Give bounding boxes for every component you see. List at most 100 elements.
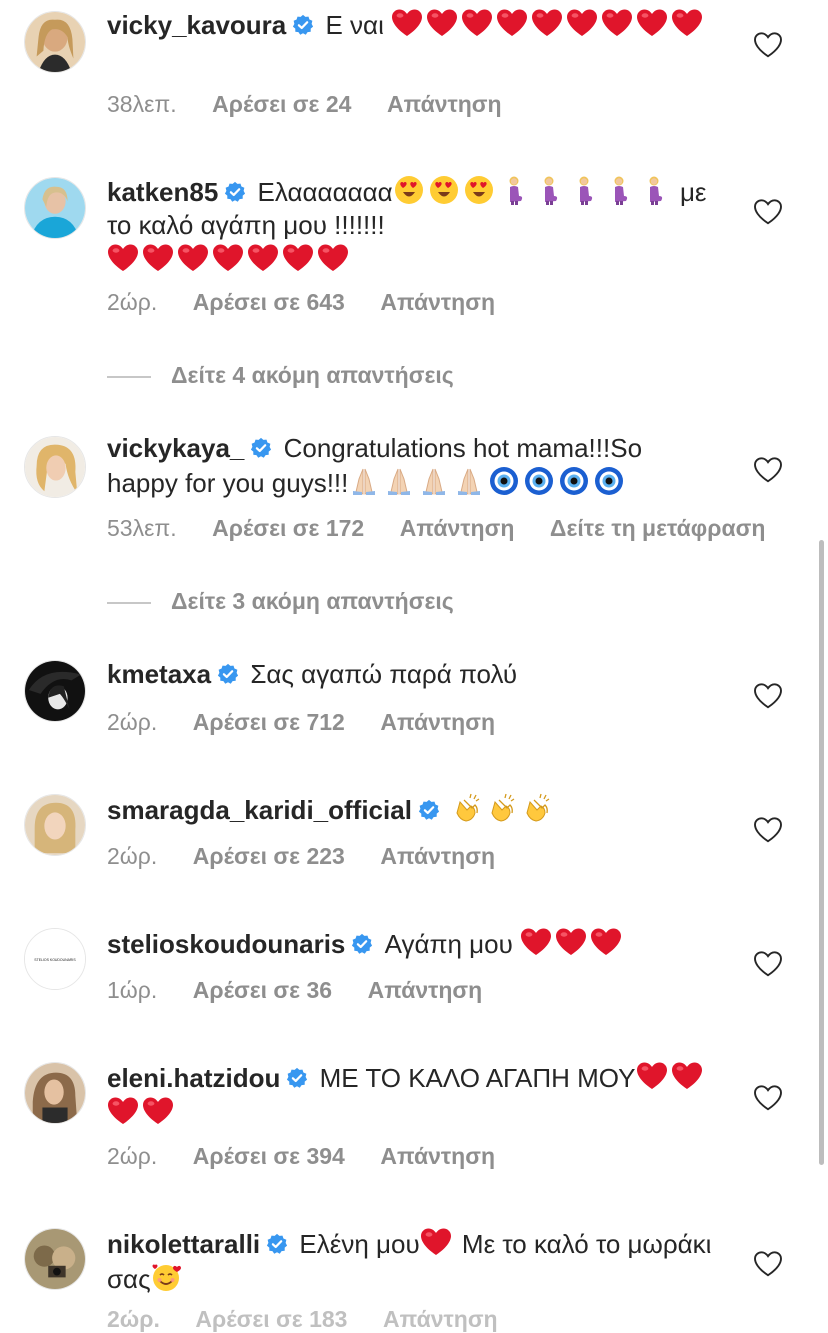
- comment-meta: 2ώρ. Αρέσει σε 223 Απάντηση: [107, 843, 525, 870]
- verified-badge-icon: [250, 437, 272, 459]
- avatar[interactable]: [24, 177, 86, 239]
- comment-username[interactable]: vickykaya_: [107, 433, 244, 463]
- emoji-trail: [393, 174, 673, 207]
- comment-likes[interactable]: Αρέσει σε 643: [193, 289, 345, 315]
- heart-emoji-icon: [636, 7, 668, 39]
- like-heart-icon[interactable]: [754, 1251, 782, 1277]
- reply-button[interactable]: Απάντηση: [380, 709, 495, 735]
- comment-time: 2ώρ.: [107, 709, 158, 735]
- verified-badge-icon: [292, 14, 314, 36]
- heart-emoji-icon: [555, 926, 587, 958]
- reply-button[interactable]: Απάντηση: [368, 977, 483, 1003]
- avatar-logo-text: STELIOS KOUDOUNARIS: [34, 958, 76, 962]
- comment-time: 2ώρ.: [107, 1306, 160, 1332]
- like-heart-icon[interactable]: [754, 199, 782, 225]
- pregnant-emoji-icon: [568, 174, 600, 206]
- reply-button[interactable]: Απάντηση: [380, 843, 495, 869]
- avatar[interactable]: [24, 11, 86, 73]
- likes-prefix: Αρέσει σε: [192, 1143, 301, 1169]
- comment-likes[interactable]: Αρέσει σε 172: [212, 515, 364, 541]
- comment-body: Αγάπη μου: [384, 929, 513, 959]
- emoji-trail: [151, 1264, 186, 1294]
- comment-likes[interactable]: Αρέσει σε 183: [195, 1306, 347, 1332]
- comment-text: katken85 Ελααααααα με το καλό αγάπη μου …: [107, 174, 717, 277]
- heart-eyes-emoji-icon: [428, 174, 460, 206]
- like-heart-icon[interactable]: [754, 32, 782, 58]
- comment-username[interactable]: nikolettaralli: [107, 1229, 260, 1259]
- reply-button[interactable]: Απάντηση: [383, 1306, 498, 1332]
- comment-username[interactable]: smaragda_karidi_official: [107, 795, 412, 825]
- comment-text: vicky_kavoura Ε ναι: [107, 7, 717, 42]
- comment-username[interactable]: vicky_kavoura: [107, 10, 286, 40]
- like-heart-icon[interactable]: [754, 951, 782, 977]
- clap-emoji-icon: [451, 792, 483, 824]
- reply-button[interactable]: Απάντηση: [400, 515, 515, 541]
- like-heart-icon[interactable]: [754, 683, 782, 709]
- pray-emoji-icon: [348, 465, 380, 497]
- comment-time: 1ώρ.: [107, 977, 158, 1003]
- verified-badge-icon: [266, 1233, 288, 1255]
- likes-count: 172: [325, 515, 365, 541]
- heart-emoji-icon: [426, 7, 458, 39]
- comment-meta: 1ώρ. Αρέσει σε 36 Απάντηση: [107, 977, 512, 1004]
- emoji-trail: [107, 242, 352, 275]
- comment-username[interactable]: katken85: [107, 177, 218, 207]
- comment-body: Ελένη μου: [299, 1229, 420, 1259]
- like-heart-icon[interactable]: [754, 457, 782, 483]
- heart-emoji-icon: [107, 1095, 139, 1127]
- like-heart-icon[interactable]: [754, 817, 782, 843]
- heart-emoji-icon: [496, 7, 528, 39]
- avatar[interactable]: STELIOS KOUDOUNARIS: [24, 928, 86, 990]
- comment-username[interactable]: eleni.hatzidou: [107, 1063, 280, 1093]
- verified-badge-icon: [418, 799, 440, 821]
- likes-count: 643: [306, 289, 345, 315]
- comment-likes[interactable]: Αρέσει σε 394: [193, 1143, 345, 1169]
- divider: [107, 601, 151, 604]
- comment-username[interactable]: kmetaxa: [107, 659, 211, 689]
- likes-count: 394: [306, 1143, 345, 1169]
- pregnant-emoji-icon: [498, 174, 530, 206]
- view-more-replies[interactable]: Δείτε 4 ακόμη απαντήσεις: [107, 362, 454, 389]
- avatar[interactable]: [24, 660, 86, 722]
- heart-emoji-icon: [177, 242, 209, 274]
- reply-button[interactable]: Απάντηση: [380, 1143, 495, 1169]
- clap-emoji-icon: [521, 792, 553, 824]
- heart-emoji-icon: [520, 926, 552, 958]
- comment-likes[interactable]: Αρέσει σε 223: [193, 843, 345, 869]
- avatar[interactable]: [24, 1228, 86, 1290]
- like-heart-icon[interactable]: [754, 1085, 782, 1111]
- likes-count: 36: [306, 977, 333, 1003]
- comment-likes[interactable]: Αρέσει σε 24: [212, 91, 351, 117]
- heart-emoji-icon: [636, 1060, 668, 1092]
- heart-emoji-icon: [212, 242, 244, 274]
- heart-emoji-icon: [590, 926, 622, 958]
- comment-likes[interactable]: Αρέσει σε 36: [193, 977, 332, 1003]
- comment-time: 53λεπ.: [107, 515, 177, 541]
- see-translation-button[interactable]: Δείτε τη μετάφραση: [550, 515, 765, 541]
- view-more-replies[interactable]: Δείτε 3 ακόμη απαντήσεις: [107, 588, 454, 615]
- comment-username[interactable]: stelioskoudounaris: [107, 929, 345, 959]
- scrollbar[interactable]: [819, 540, 824, 1165]
- heart-emoji-icon: [317, 242, 349, 274]
- avatar[interactable]: [24, 794, 86, 856]
- view-more-replies-label: Δείτε 3 ακόμη απαντήσεις: [171, 588, 454, 614]
- heart-emoji-icon: [282, 242, 314, 274]
- comment-text: kmetaxa Σας αγαπώ παρά πολύ: [107, 658, 717, 691]
- likes-prefix: Αρέσει σε: [212, 515, 320, 541]
- heart-emoji-icon: [531, 7, 563, 39]
- likes-prefix: Αρέσει σε: [195, 1306, 303, 1332]
- avatar[interactable]: [24, 436, 86, 498]
- evil-eye-emoji-icon: [558, 465, 590, 497]
- heart-emoji-icon: [601, 7, 633, 39]
- reply-button[interactable]: Απάντηση: [387, 91, 502, 117]
- comment-likes[interactable]: Αρέσει σε 712: [193, 709, 345, 735]
- avatar[interactable]: [24, 1062, 86, 1124]
- comment-meta: 53λεπ. Αρέσει σε 172 Απάντηση Δείτε τη μ…: [107, 515, 795, 542]
- comment-meta: 38λεπ. Αρέσει σε 24 Απάντηση: [107, 91, 532, 118]
- comment-body: Σας αγαπώ παρά πολύ: [250, 659, 518, 689]
- heart-eyes-emoji-icon: [393, 174, 425, 206]
- reply-button[interactable]: Απάντηση: [380, 289, 495, 315]
- pregnant-emoji-icon: [603, 174, 635, 206]
- comment-meta: 2ώρ. Αρέσει σε 643 Απάντηση: [107, 289, 525, 316]
- heart-eyes-emoji-icon: [463, 174, 495, 206]
